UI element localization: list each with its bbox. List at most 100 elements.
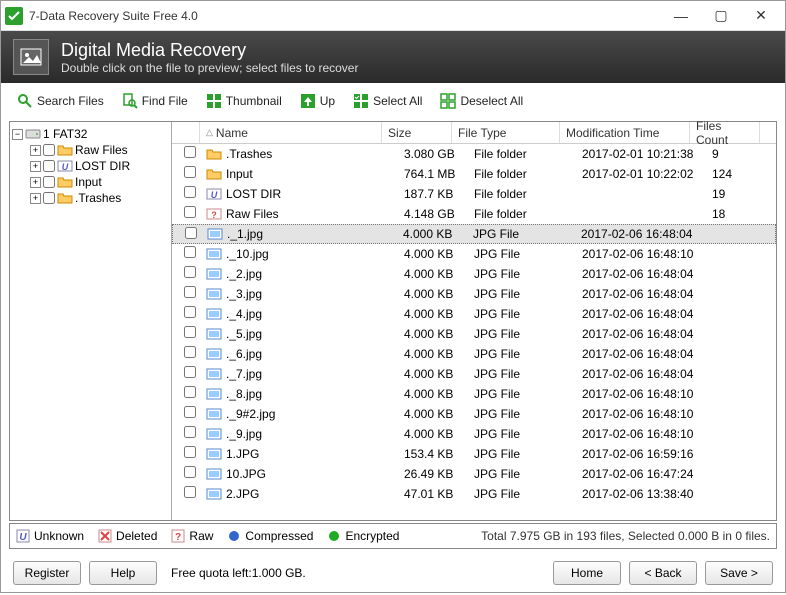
tree-checkbox[interactable] bbox=[43, 144, 55, 156]
table-row[interactable]: ._2.jpg4.000 KBJPG File2017-02-06 16:48:… bbox=[172, 264, 776, 284]
row-checkbox[interactable] bbox=[184, 186, 196, 198]
thumbnail-button[interactable]: Thumbnail bbox=[198, 89, 290, 113]
file-type: JPG File bbox=[468, 487, 576, 501]
unknown-icon: U bbox=[16, 529, 30, 543]
folder-icon bbox=[206, 147, 222, 161]
row-checkbox[interactable] bbox=[184, 486, 196, 498]
jpg-icon bbox=[206, 387, 222, 401]
col-modification[interactable]: Modification Time bbox=[560, 122, 690, 143]
file-size: 4.000 KB bbox=[398, 347, 468, 361]
deselect-all-button[interactable]: Deselect All bbox=[432, 89, 531, 113]
table-row[interactable]: ._3.jpg4.000 KBJPG File2017-02-06 16:48:… bbox=[172, 284, 776, 304]
expand-icon[interactable]: + bbox=[30, 161, 41, 172]
row-checkbox[interactable] bbox=[184, 266, 196, 278]
jpg-icon bbox=[206, 247, 222, 261]
tree-item[interactable]: +Input bbox=[12, 174, 169, 190]
row-checkbox[interactable] bbox=[185, 227, 197, 239]
table-row[interactable]: ._6.jpg4.000 KBJPG File2017-02-06 16:48:… bbox=[172, 344, 776, 364]
search-icon bbox=[17, 93, 33, 109]
row-checkbox[interactable] bbox=[184, 366, 196, 378]
file-size: 47.01 KB bbox=[398, 487, 468, 501]
col-checkbox[interactable] bbox=[172, 122, 200, 143]
bottom-bar: Register Help Free quota left:1.000 GB. … bbox=[1, 551, 785, 595]
table-row[interactable]: Input764.1 MBFile folder2017-02-01 10:22… bbox=[172, 164, 776, 184]
tree-root[interactable]: − 1 FAT32 bbox=[12, 126, 169, 142]
save-button[interactable]: Save > bbox=[705, 561, 773, 585]
col-type[interactable]: File Type bbox=[452, 122, 560, 143]
row-checkbox[interactable] bbox=[184, 246, 196, 258]
maximize-button[interactable]: ▢ bbox=[701, 2, 741, 30]
home-button[interactable]: Home bbox=[553, 561, 621, 585]
help-button[interactable]: Help bbox=[89, 561, 157, 585]
table-row[interactable]: .Trashes3.080 GBFile folder2017-02-01 10… bbox=[172, 144, 776, 164]
row-checkbox[interactable] bbox=[184, 286, 196, 298]
row-checkbox[interactable] bbox=[184, 146, 196, 158]
register-button[interactable]: Register bbox=[13, 561, 81, 585]
file-type: JPG File bbox=[468, 447, 576, 461]
table-row[interactable]: ._8.jpg4.000 KBJPG File2017-02-06 16:48:… bbox=[172, 384, 776, 404]
file-size: 4.000 KB bbox=[398, 427, 468, 441]
table-row[interactable]: ._5.jpg4.000 KBJPG File2017-02-06 16:48:… bbox=[172, 324, 776, 344]
file-type: JPG File bbox=[468, 427, 576, 441]
table-row[interactable]: ._4.jpg4.000 KBJPG File2017-02-06 16:48:… bbox=[172, 304, 776, 324]
tree-item[interactable]: +.Trashes bbox=[12, 190, 169, 206]
file-size: 3.080 GB bbox=[398, 147, 468, 161]
file-modtime: 2017-02-06 16:48:10 bbox=[576, 427, 706, 441]
jpg-icon bbox=[206, 287, 222, 301]
collapse-icon[interactable]: − bbox=[12, 129, 23, 140]
tree-item[interactable]: +Raw Files bbox=[12, 142, 169, 158]
expand-icon[interactable]: + bbox=[30, 145, 41, 156]
file-size: 4.000 KB bbox=[398, 407, 468, 421]
tree-checkbox[interactable] bbox=[43, 176, 55, 188]
expand-icon[interactable]: + bbox=[30, 177, 41, 188]
table-row[interactable]: ._1.jpg4.000 KBJPG File2017-02-06 16:48:… bbox=[172, 224, 776, 244]
minimize-button[interactable]: — bbox=[661, 2, 701, 30]
jpg-icon bbox=[206, 327, 222, 341]
row-checkbox[interactable] bbox=[184, 166, 196, 178]
expand-icon[interactable]: + bbox=[30, 193, 41, 204]
col-size[interactable]: Size bbox=[382, 122, 452, 143]
col-count[interactable]: Files Count bbox=[690, 122, 760, 143]
row-checkbox[interactable] bbox=[184, 426, 196, 438]
file-modtime: 2017-02-06 16:47:24 bbox=[576, 467, 706, 481]
file-modtime: 2017-02-06 16:48:04 bbox=[576, 307, 706, 321]
col-name[interactable]: △Name bbox=[200, 122, 382, 143]
row-checkbox[interactable] bbox=[184, 406, 196, 418]
table-row[interactable]: ._9.jpg4.000 KBJPG File2017-02-06 16:48:… bbox=[172, 424, 776, 444]
tree-item[interactable]: +ULOST DIR bbox=[12, 158, 169, 174]
select-all-label: Select All bbox=[373, 94, 422, 108]
row-checkbox[interactable] bbox=[184, 466, 196, 478]
row-checkbox[interactable] bbox=[184, 306, 196, 318]
select-all-button[interactable]: Select All bbox=[345, 89, 430, 113]
list-body[interactable]: .Trashes3.080 GBFile folder2017-02-01 10… bbox=[172, 144, 776, 520]
legend-encrypted: Encrypted bbox=[327, 529, 399, 543]
table-row[interactable]: 2.JPG47.01 KBJPG File2017-02-06 13:38:40 bbox=[172, 484, 776, 504]
table-row[interactable]: ._7.jpg4.000 KBJPG File2017-02-06 16:48:… bbox=[172, 364, 776, 384]
row-checkbox[interactable] bbox=[184, 346, 196, 358]
up-button[interactable]: Up bbox=[292, 89, 343, 113]
folder-tree[interactable]: − 1 FAT32 +Raw Files+ULOST DIR+Input+.Tr… bbox=[10, 122, 172, 520]
close-button[interactable]: ✕ bbox=[741, 2, 781, 30]
table-row[interactable]: 10.JPG26.49 KBJPG File2017-02-06 16:47:2… bbox=[172, 464, 776, 484]
row-checkbox[interactable] bbox=[184, 326, 196, 338]
find-file-button[interactable]: Find File bbox=[114, 89, 196, 113]
search-files-button[interactable]: Search Files bbox=[9, 89, 112, 113]
back-button[interactable]: < Back bbox=[629, 561, 697, 585]
table-row[interactable]: ULOST DIR187.7 KBFile folder19 bbox=[172, 184, 776, 204]
table-row[interactable]: ._9#2.jpg4.000 KBJPG File2017-02-06 16:4… bbox=[172, 404, 776, 424]
table-row[interactable]: ._10.jpg4.000 KBJPG File2017-02-06 16:48… bbox=[172, 244, 776, 264]
table-row[interactable]: ?Raw Files4.148 GBFile folder18 bbox=[172, 204, 776, 224]
window-title: 7-Data Recovery Suite Free 4.0 bbox=[29, 9, 661, 23]
deselect-all-icon bbox=[440, 93, 456, 109]
row-checkbox[interactable] bbox=[184, 206, 196, 218]
tree-checkbox[interactable] bbox=[43, 192, 55, 204]
table-row[interactable]: 1.JPG153.4 KBJPG File2017-02-06 16:59:16 bbox=[172, 444, 776, 464]
tree-checkbox[interactable] bbox=[43, 160, 55, 172]
row-checkbox[interactable] bbox=[184, 446, 196, 458]
lost-icon: U bbox=[206, 187, 222, 201]
file-size: 4.000 KB bbox=[398, 327, 468, 341]
file-count: 124 bbox=[706, 167, 776, 181]
row-checkbox[interactable] bbox=[184, 386, 196, 398]
file-type: JPG File bbox=[468, 307, 576, 321]
legend-deleted: Deleted bbox=[98, 529, 157, 543]
